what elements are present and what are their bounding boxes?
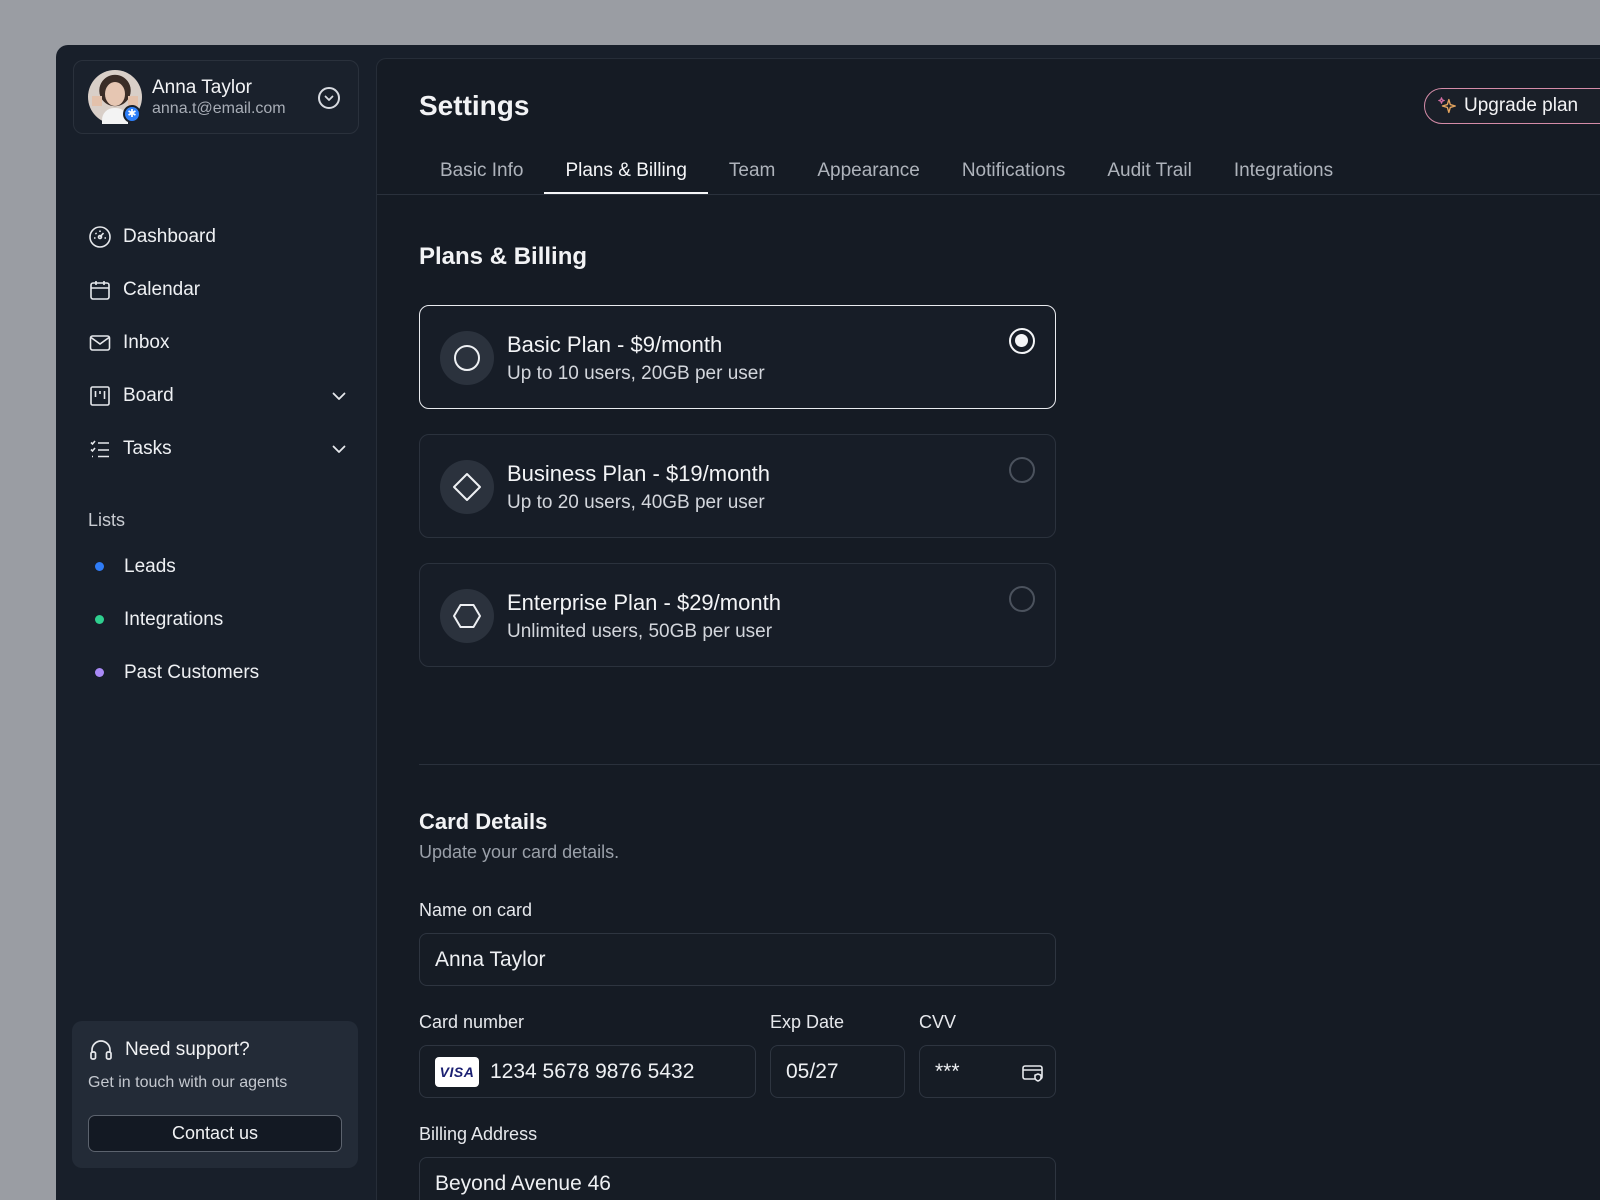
card-number-field[interactable]: VISA 1234 5678 9876 5432 (419, 1045, 756, 1098)
plan-description: Up to 10 users, 20GB per user (507, 363, 765, 384)
support-title: Need support? (125, 1039, 250, 1060)
app-window: ✱ Anna Taylor anna.t@email.com Dashboard… (56, 45, 1600, 1200)
tab-appearance[interactable]: Appearance (796, 154, 940, 194)
list-item-leads[interactable]: Leads (88, 540, 348, 593)
plan-name: Business Plan - $19/month (507, 461, 770, 486)
sidebar: ✱ Anna Taylor anna.t@email.com Dashboard… (56, 45, 376, 1200)
card-details-subtitle: Update your card details. (419, 842, 620, 862)
upgrade-label: Upgrade plan (1464, 95, 1579, 116)
exp-date-label: Exp Date (770, 1012, 845, 1032)
cvv-value: *** (935, 1059, 960, 1083)
plan-option-enterprise[interactable]: Enterprise Plan - $29/month Unlimited us… (419, 563, 1056, 667)
nav-item-calendar[interactable]: Calendar (88, 263, 348, 316)
section-title: Plans & Billing (419, 243, 588, 270)
plan-name: Enterprise Plan - $29/month (507, 590, 781, 615)
name-on-card-value: Anna Taylor (435, 947, 546, 971)
chevron-down-icon[interactable] (330, 440, 348, 458)
lists-heading: Lists (88, 510, 126, 530)
tab-audit-trail[interactable]: Audit Trail (1086, 154, 1212, 194)
card-number-value: 1234 5678 9876 5432 (490, 1059, 695, 1083)
nav-item-inbox[interactable]: Inbox (88, 316, 348, 369)
tab-team[interactable]: Team (708, 154, 796, 194)
nav-item-tasks[interactable]: Tasks (88, 422, 348, 475)
plan-name: Basic Plan - $9/month (507, 332, 723, 357)
billing-address-field[interactable]: Beyond Avenue 46 (419, 1157, 1056, 1200)
nav-label: Calendar (123, 278, 201, 300)
billing-address-label: Billing Address (419, 1124, 538, 1144)
nav-label: Dashboard (123, 225, 216, 247)
chevron-down-circle-icon[interactable] (318, 87, 340, 109)
plan-radio[interactable] (1009, 328, 1035, 354)
tab-basic-info[interactable]: Basic Info (419, 154, 544, 194)
plan-radio[interactable] (1009, 457, 1035, 483)
billing-address-value: Beyond Avenue 46 (435, 1171, 611, 1195)
hexagon-icon (440, 589, 494, 643)
tab-integrations[interactable]: Integrations (1213, 154, 1354, 194)
status-dot (95, 562, 104, 571)
verified-badge-icon: ✱ (123, 105, 141, 123)
cvv-label: CVV (919, 1012, 957, 1032)
contact-us-button[interactable]: Contact us (88, 1115, 342, 1152)
nav-item-dashboard[interactable]: Dashboard (88, 210, 348, 263)
calendar-icon (90, 280, 110, 300)
status-dot (95, 615, 104, 624)
plan-description: Unlimited users, 50GB per user (507, 621, 773, 642)
page-title: Settings (419, 90, 530, 121)
plan-option-business[interactable]: Business Plan - $19/month Up to 20 users… (419, 434, 1056, 538)
status-dot (95, 668, 104, 677)
list-label: Past Customers (124, 661, 260, 683)
exp-date-value: 05/27 (786, 1059, 839, 1083)
dashboard-icon (89, 225, 111, 248)
plan-radio[interactable] (1009, 586, 1035, 612)
card-details-title: Card Details (419, 809, 548, 834)
name-on-card-field[interactable]: Anna Taylor (419, 933, 1056, 986)
settings-panel: Settings Upgrade plan Basic Info Plans &… (376, 58, 1600, 1200)
circle-icon (440, 331, 494, 385)
inbox-icon (89, 334, 111, 351)
chevron-down-icon[interactable] (330, 387, 348, 405)
card-security-icon (1022, 1065, 1043, 1082)
tab-notifications[interactable]: Notifications (941, 154, 1087, 194)
main-nav: Dashboard Calendar Inbox Board Tasks (88, 210, 348, 475)
list-label: Integrations (124, 608, 224, 630)
diamond-icon (440, 460, 494, 514)
visa-logo-icon: VISA (435, 1056, 479, 1087)
nav-item-board[interactable]: Board (88, 369, 348, 422)
tabs-divider (377, 194, 1600, 195)
section-divider (419, 764, 1600, 765)
board-icon (90, 385, 110, 406)
nav-label: Board (123, 384, 174, 406)
nav-label: Tasks (123, 437, 172, 459)
tab-plans-billing[interactable]: Plans & Billing (544, 154, 709, 195)
user-switcher[interactable]: ✱ Anna Taylor anna.t@email.com (73, 60, 359, 134)
lists: Leads Integrations Past Customers (88, 540, 348, 699)
sparkle-icon (1438, 97, 1456, 114)
tasks-icon (90, 439, 109, 457)
support-text: Get in touch with our agents (88, 1074, 288, 1091)
exp-date-field[interactable]: 05/27 (770, 1045, 905, 1098)
name-on-card-label: Name on card (419, 900, 533, 920)
nav-label: Inbox (123, 331, 170, 353)
user-email: anna.t@email.com (152, 100, 286, 117)
plan-description: Up to 20 users, 40GB per user (507, 492, 765, 513)
list-item-past-customers[interactable]: Past Customers (88, 646, 348, 699)
list-label: Leads (124, 555, 176, 577)
plan-option-basic[interactable]: Basic Plan - $9/month Up to 10 users, 20… (419, 305, 1056, 409)
settings-tabs: Basic Info Plans & Billing Team Appearan… (419, 154, 1354, 195)
card-number-label: Card number (419, 1012, 525, 1032)
cvv-field[interactable]: *** (919, 1045, 1056, 1098)
headset-icon (90, 1040, 112, 1060)
user-name: Anna Taylor (152, 77, 252, 98)
upgrade-plan-button[interactable]: Upgrade plan (1424, 88, 1600, 124)
support-card: Need support? Get in touch with our agen… (72, 1021, 358, 1168)
list-item-integrations[interactable]: Integrations (88, 593, 348, 646)
